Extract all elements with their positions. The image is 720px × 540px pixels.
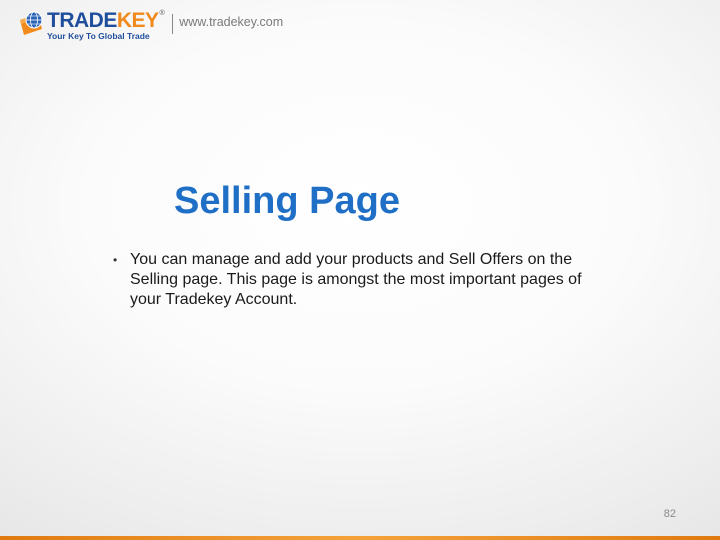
slide-body: • You can manage and add your products a… <box>113 250 613 310</box>
logo-tagline: Your Key To Global Trade <box>47 31 150 41</box>
page-number: 82 <box>663 508 676 520</box>
bullet-text: You can manage and add your products and… <box>130 251 582 308</box>
bullet-item: • You can manage and add your products a… <box>113 250 613 310</box>
logo-word-trade: TRADE <box>47 9 117 32</box>
logo-text: TRADE KEY ® Your Key To Global Trade <box>47 9 165 41</box>
bullet-dot-icon: • <box>113 253 118 267</box>
header-divider <box>172 14 174 34</box>
slide-title: Selling Page <box>174 180 400 222</box>
site-url[interactable]: www.tradekey.com <box>179 15 283 29</box>
slide: TRADE KEY ® Your Key To Global Trade www… <box>0 0 720 540</box>
logo-word-key: KEY <box>116 9 159 32</box>
tradekey-logo[interactable]: TRADE KEY ® Your Key To Global Trade www… <box>18 9 283 41</box>
bottom-accent-bar <box>0 536 720 540</box>
registered-mark: ® <box>159 10 165 17</box>
globe-key-icon <box>18 11 46 37</box>
logo-wordmark: TRADE KEY ® <box>47 9 165 32</box>
